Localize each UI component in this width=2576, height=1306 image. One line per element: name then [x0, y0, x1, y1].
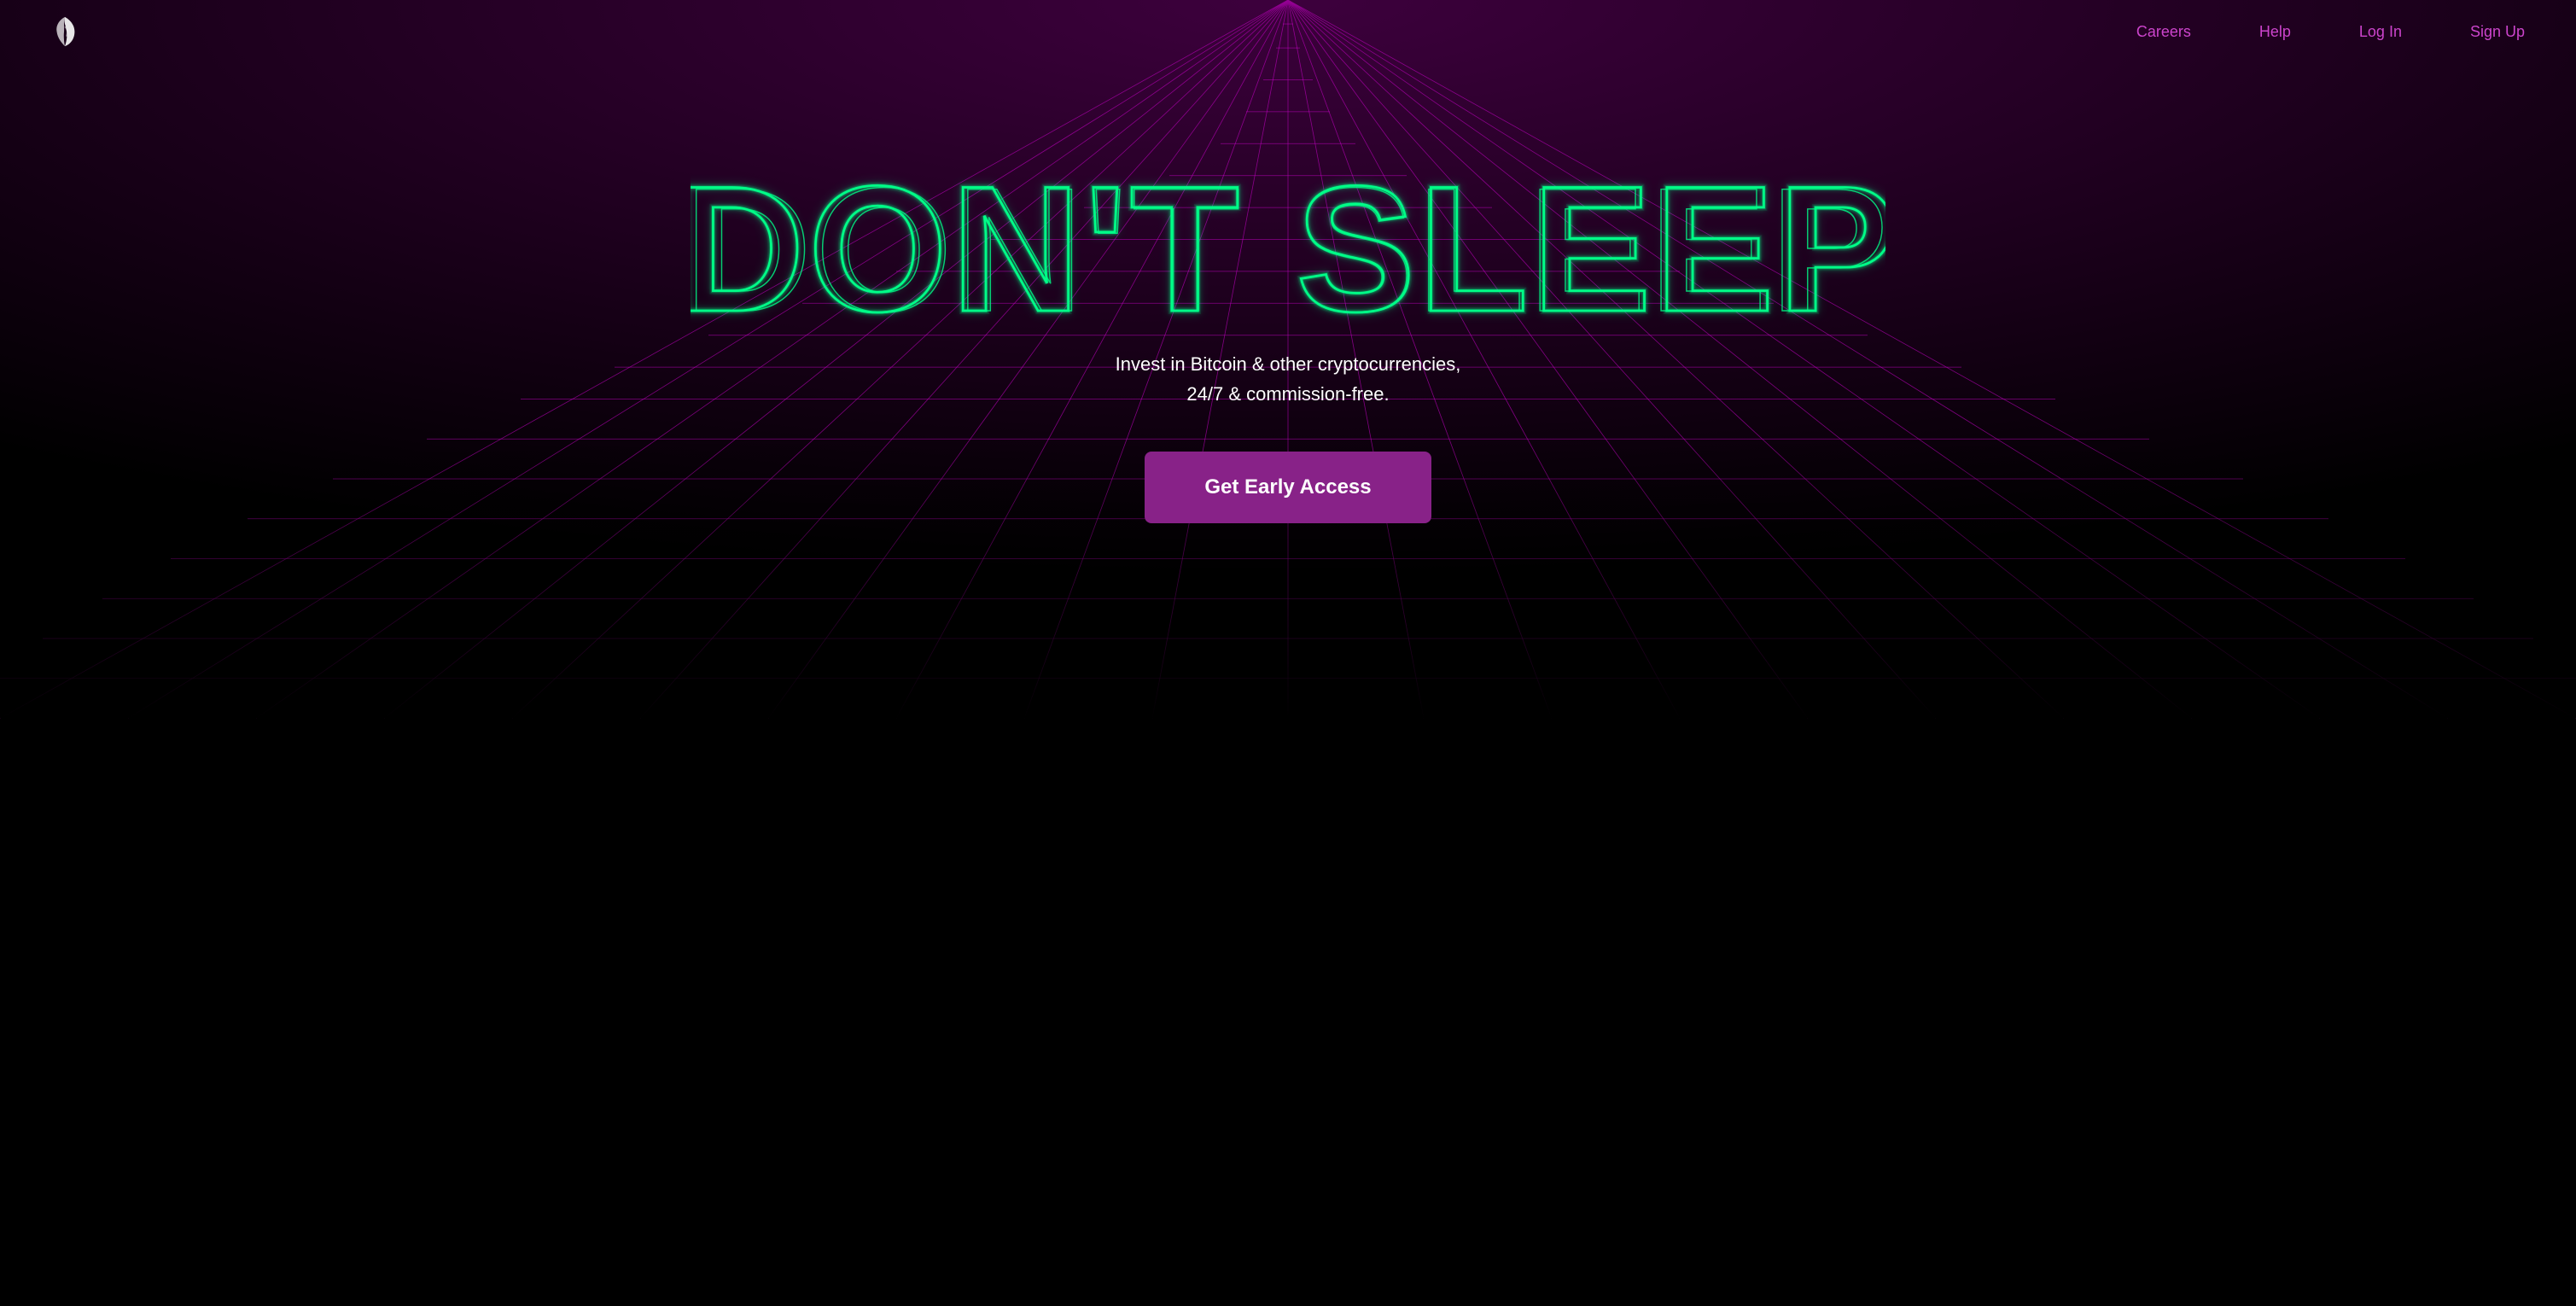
logo-area[interactable] [51, 15, 79, 48]
logo-icon [51, 15, 79, 48]
nav-links: Careers Help Log In Sign Up [2136, 23, 2525, 41]
nav-link-signup[interactable]: Sign Up [2470, 23, 2525, 41]
main-content: DON'T SLEEP DON'T SLEEP DON'T SLEEP DON'… [0, 63, 2576, 523]
cta-button[interactable]: Get Early Access [1145, 452, 1431, 523]
page-wrapper: Careers Help Log In Sign Up [0, 0, 2576, 1306]
hero-subtitle: Invest in Bitcoin & other cryptocurrenci… [1116, 349, 1461, 409]
nav-link-help[interactable]: Help [2259, 23, 2291, 41]
navbar: Careers Help Log In Sign Up [0, 0, 2576, 63]
svg-text:DON'T SLEEP: DON'T SLEEP [691, 149, 1885, 345]
nav-link-login[interactable]: Log In [2359, 23, 2402, 41]
nav-link-careers[interactable]: Careers [2136, 23, 2191, 41]
hero-title-container: DON'T SLEEP DON'T SLEEP DON'T SLEEP DON'… [691, 131, 1885, 349]
